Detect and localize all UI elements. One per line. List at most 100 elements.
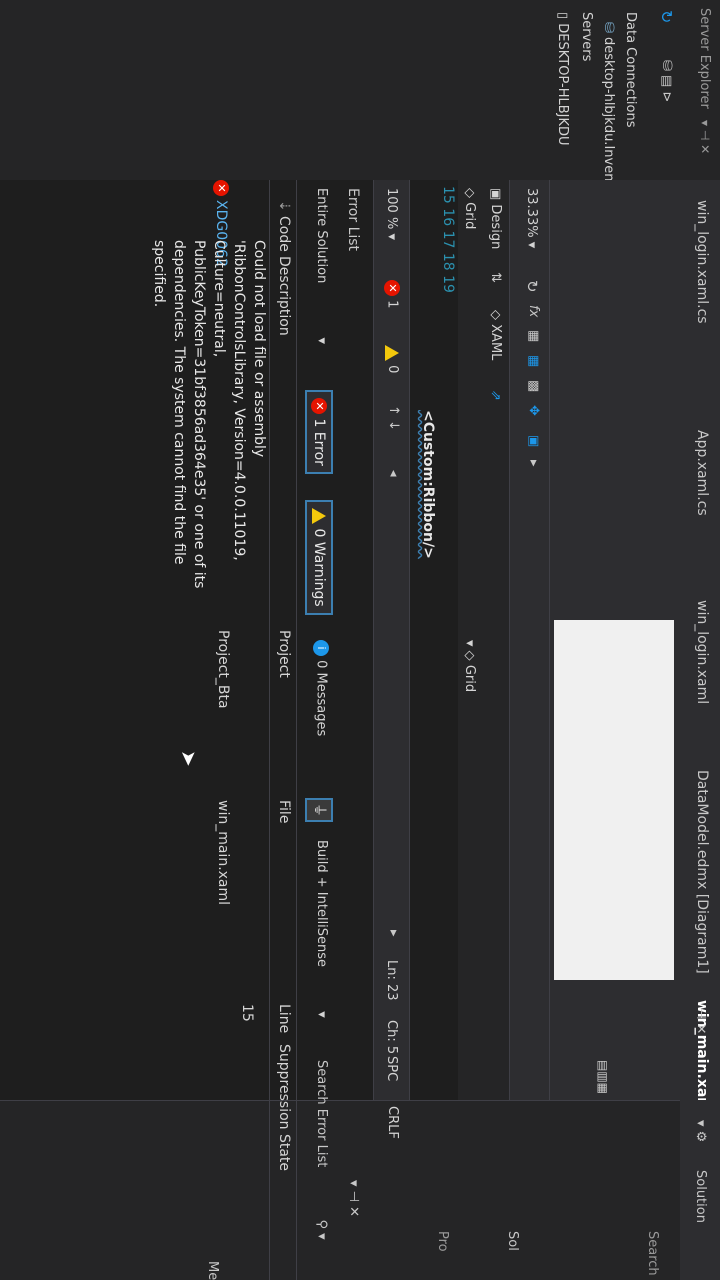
status-spc: SPC bbox=[384, 1056, 399, 1082]
line-number-15: 15 bbox=[440, 186, 456, 204]
error-icon-row: ✕ bbox=[213, 180, 229, 196]
snap-icon[interactable]: ▦ bbox=[526, 355, 541, 367]
tab-win-login-xaml[interactable]: win_login.xaml bbox=[694, 600, 710, 704]
xaml-tab[interactable]: ◇ XAML bbox=[488, 310, 503, 360]
zoom-dropdown[interactable]: 33.33% ▾ bbox=[524, 188, 539, 248]
error-filter-row: Entire Solution ▾ ✕ 1 Error 0 Warnings i… bbox=[303, 180, 333, 1280]
checker-icon[interactable]: ▩ bbox=[526, 380, 541, 392]
popout-icon[interactable]: ⇗ bbox=[488, 390, 503, 401]
server-explorer-panel: Server Explorer ▾ ⊣ ✕ ↻ ⛁ ▤ ⊳ Data Conne… bbox=[0, 0, 720, 187]
warnings-filter-button[interactable]: 0 Warnings bbox=[305, 500, 333, 615]
status-warnings-count: 0 bbox=[385, 365, 400, 374]
tab-pin-close[interactable]: ⊣ ✕ bbox=[693, 1008, 708, 1034]
solution-sol[interactable]: Sol bbox=[505, 1231, 520, 1251]
solution-pro[interactable]: Pro bbox=[435, 1231, 450, 1252]
xaml-editor[interactable]: 15 16 17 18 19 <Custom:Ribbon/> bbox=[410, 180, 458, 1100]
build-dropdown[interactable]: Build + IntelliSense ▾ bbox=[314, 840, 329, 1018]
design-icon: ▣ bbox=[488, 188, 503, 205]
mouse-cursor-icon: ➤ bbox=[177, 750, 201, 767]
error-list-pin-close[interactable]: ▾ ⊣ ✕ bbox=[346, 1180, 361, 1217]
split-view-icons[interactable]: ▤▥▦ bbox=[596, 1060, 610, 1094]
tab-datamodel-edmx[interactable]: DataModel.edmx [Diagram1] bbox=[694, 770, 710, 974]
tree-servers[interactable]: Servers bbox=[579, 12, 594, 61]
grid-element-icon-2: ◇ bbox=[462, 650, 477, 665]
expand-icon[interactable]: ▸ bbox=[526, 460, 541, 467]
build-dropdown-value: Build + IntelliSense bbox=[314, 840, 329, 968]
error-file: win_main.xaml bbox=[215, 800, 231, 906]
warning-icon bbox=[385, 345, 400, 361]
scope-bar: ◇ Grid ▾ ◇ Grid bbox=[458, 180, 480, 1100]
design-canvas[interactable] bbox=[554, 620, 674, 980]
device-icon[interactable]: ▣ bbox=[526, 435, 541, 447]
status-crlf: CRLF bbox=[385, 1106, 400, 1139]
xaml-designer[interactable]: ▤▥▦ bbox=[550, 180, 680, 1100]
zoom-value: 33.33% bbox=[524, 188, 539, 238]
prev-next-icons[interactable]: ↑ ↓ bbox=[386, 405, 401, 431]
chevron-down-icon: ▾ bbox=[314, 337, 329, 344]
sort-icon[interactable]: ⇣ bbox=[276, 200, 292, 212]
scope-right[interactable]: ▾ ◇ Grid bbox=[462, 640, 477, 692]
visual-studio-window: Server Explorer ▾ ⊣ ✕ ↻ ⛁ ▤ ⊳ Data Conne… bbox=[0, 0, 720, 1280]
grid-icon[interactable]: ▦ bbox=[526, 330, 541, 342]
error-row-icon: ✕ bbox=[213, 180, 229, 196]
database-icon: ⛁ bbox=[601, 22, 616, 38]
filter-icon[interactable]: ⏚ bbox=[305, 798, 333, 822]
column-project[interactable]: Project bbox=[276, 630, 292, 678]
scope-dropdown[interactable]: Entire Solution ▾ bbox=[314, 188, 329, 344]
solution-search[interactable]: Search S bbox=[645, 1231, 660, 1280]
error-search-box[interactable]: Search Error List ⚲ ▾ bbox=[314, 1060, 329, 1240]
pointer-icon[interactable]: ✥ bbox=[526, 405, 541, 416]
errors-filter-button[interactable]: ✕ 1 Error bbox=[305, 390, 333, 474]
error-project: Project_Bta bbox=[215, 630, 231, 709]
column-description[interactable]: Description bbox=[276, 256, 292, 336]
connect-database-icon[interactable]: ⛁ ▤ ⊳ bbox=[659, 60, 674, 102]
column-code[interactable]: Code bbox=[276, 216, 292, 252]
server-explorer-pin-close[interactable]: ▾ ⊣ ✕ bbox=[698, 120, 712, 154]
tab-app-xaml-cs[interactable]: App.xaml.cs bbox=[694, 430, 710, 516]
swap-panes-button[interactable]: ⇅ bbox=[488, 272, 503, 283]
tree-desktop-label: DESKTOP-HLBJKDU bbox=[555, 23, 570, 146]
status-errors[interactable]: ✕ 1 bbox=[384, 280, 400, 308]
refresh-designer-icon[interactable]: ↻ bbox=[523, 280, 541, 293]
tree-data-connections[interactable]: Data Connections bbox=[623, 12, 638, 128]
scroll-left-icon[interactable]: ◂ bbox=[386, 470, 401, 477]
xaml-icon: ◇ bbox=[488, 310, 503, 325]
error-line: 15 bbox=[239, 1004, 255, 1022]
column-line[interactable]: Line bbox=[276, 1004, 292, 1033]
fx-icon[interactable]: fx bbox=[526, 305, 541, 317]
editor-zoom[interactable]: 100 % ▾ bbox=[384, 188, 399, 240]
build-chevron-icon: ▾ bbox=[314, 1011, 329, 1018]
tree-connection-label: desktop-hlbjkdu.Invent bbox=[601, 37, 616, 187]
gear-icon[interactable]: ▾ ⚙ bbox=[693, 1120, 708, 1142]
editor-zoom-value: 100 % bbox=[384, 188, 399, 230]
tree-desktop[interactable]: ▯ DESKTOP-HLBJKDU bbox=[555, 12, 570, 146]
warning-filter-icon bbox=[312, 508, 326, 524]
column-suppression[interactable]: Suppression State bbox=[276, 1044, 292, 1171]
line-number-19: 19 bbox=[440, 275, 456, 293]
refresh-icon[interactable]: ↻ bbox=[657, 10, 676, 23]
tab-win-login-xaml-cs[interactable]: win_login.xaml.cs bbox=[694, 200, 710, 324]
column-file[interactable]: File bbox=[276, 800, 292, 823]
messages-filter-button[interactable]: i 0 Messages bbox=[313, 640, 329, 736]
scope-right-label: Grid bbox=[462, 664, 477, 693]
breadcrumb: ▣ Design ⇅ ◇ XAML ⇗ bbox=[478, 180, 510, 1100]
scope-left-label: Grid bbox=[462, 202, 477, 230]
solution-header: ▾ ⚙ Solution bbox=[680, 1100, 720, 1280]
solution-title: Solution bbox=[693, 1170, 708, 1223]
error-header-row: ⇣ Code Description Project File Line Sup… bbox=[269, 180, 297, 1280]
server-icon: ▯ bbox=[555, 12, 570, 24]
design-tab[interactable]: ▣ Design bbox=[488, 188, 503, 249]
error-search-placeholder: Search Error List bbox=[314, 1060, 329, 1168]
designer-toolbar: 33.33% ▾ ↻ fx ▦ ▦ ▩ ✥ ▣ ▸ bbox=[509, 180, 550, 1100]
error-row[interactable]: ✕ XDG0062 Could not load file or assembl… bbox=[139, 180, 269, 1280]
line-number-18: 18 bbox=[440, 252, 456, 271]
status-warnings[interactable]: 0 bbox=[385, 345, 400, 373]
error-filter-icon: ✕ bbox=[311, 398, 327, 414]
warnings-filter-label: 0 Warnings bbox=[311, 528, 327, 607]
tree-connection[interactable]: ⛁ desktop-hlbjkdu.Invent bbox=[601, 22, 616, 187]
search-icon: ⚲ ▾ bbox=[314, 1219, 329, 1240]
error-icon: ✕ bbox=[384, 280, 400, 296]
code-line[interactable]: <Custom:Ribbon/> bbox=[420, 410, 436, 559]
scroll-right-icon[interactable]: ▸ bbox=[386, 930, 401, 937]
scope-left[interactable]: ◇ Grid bbox=[462, 188, 477, 229]
